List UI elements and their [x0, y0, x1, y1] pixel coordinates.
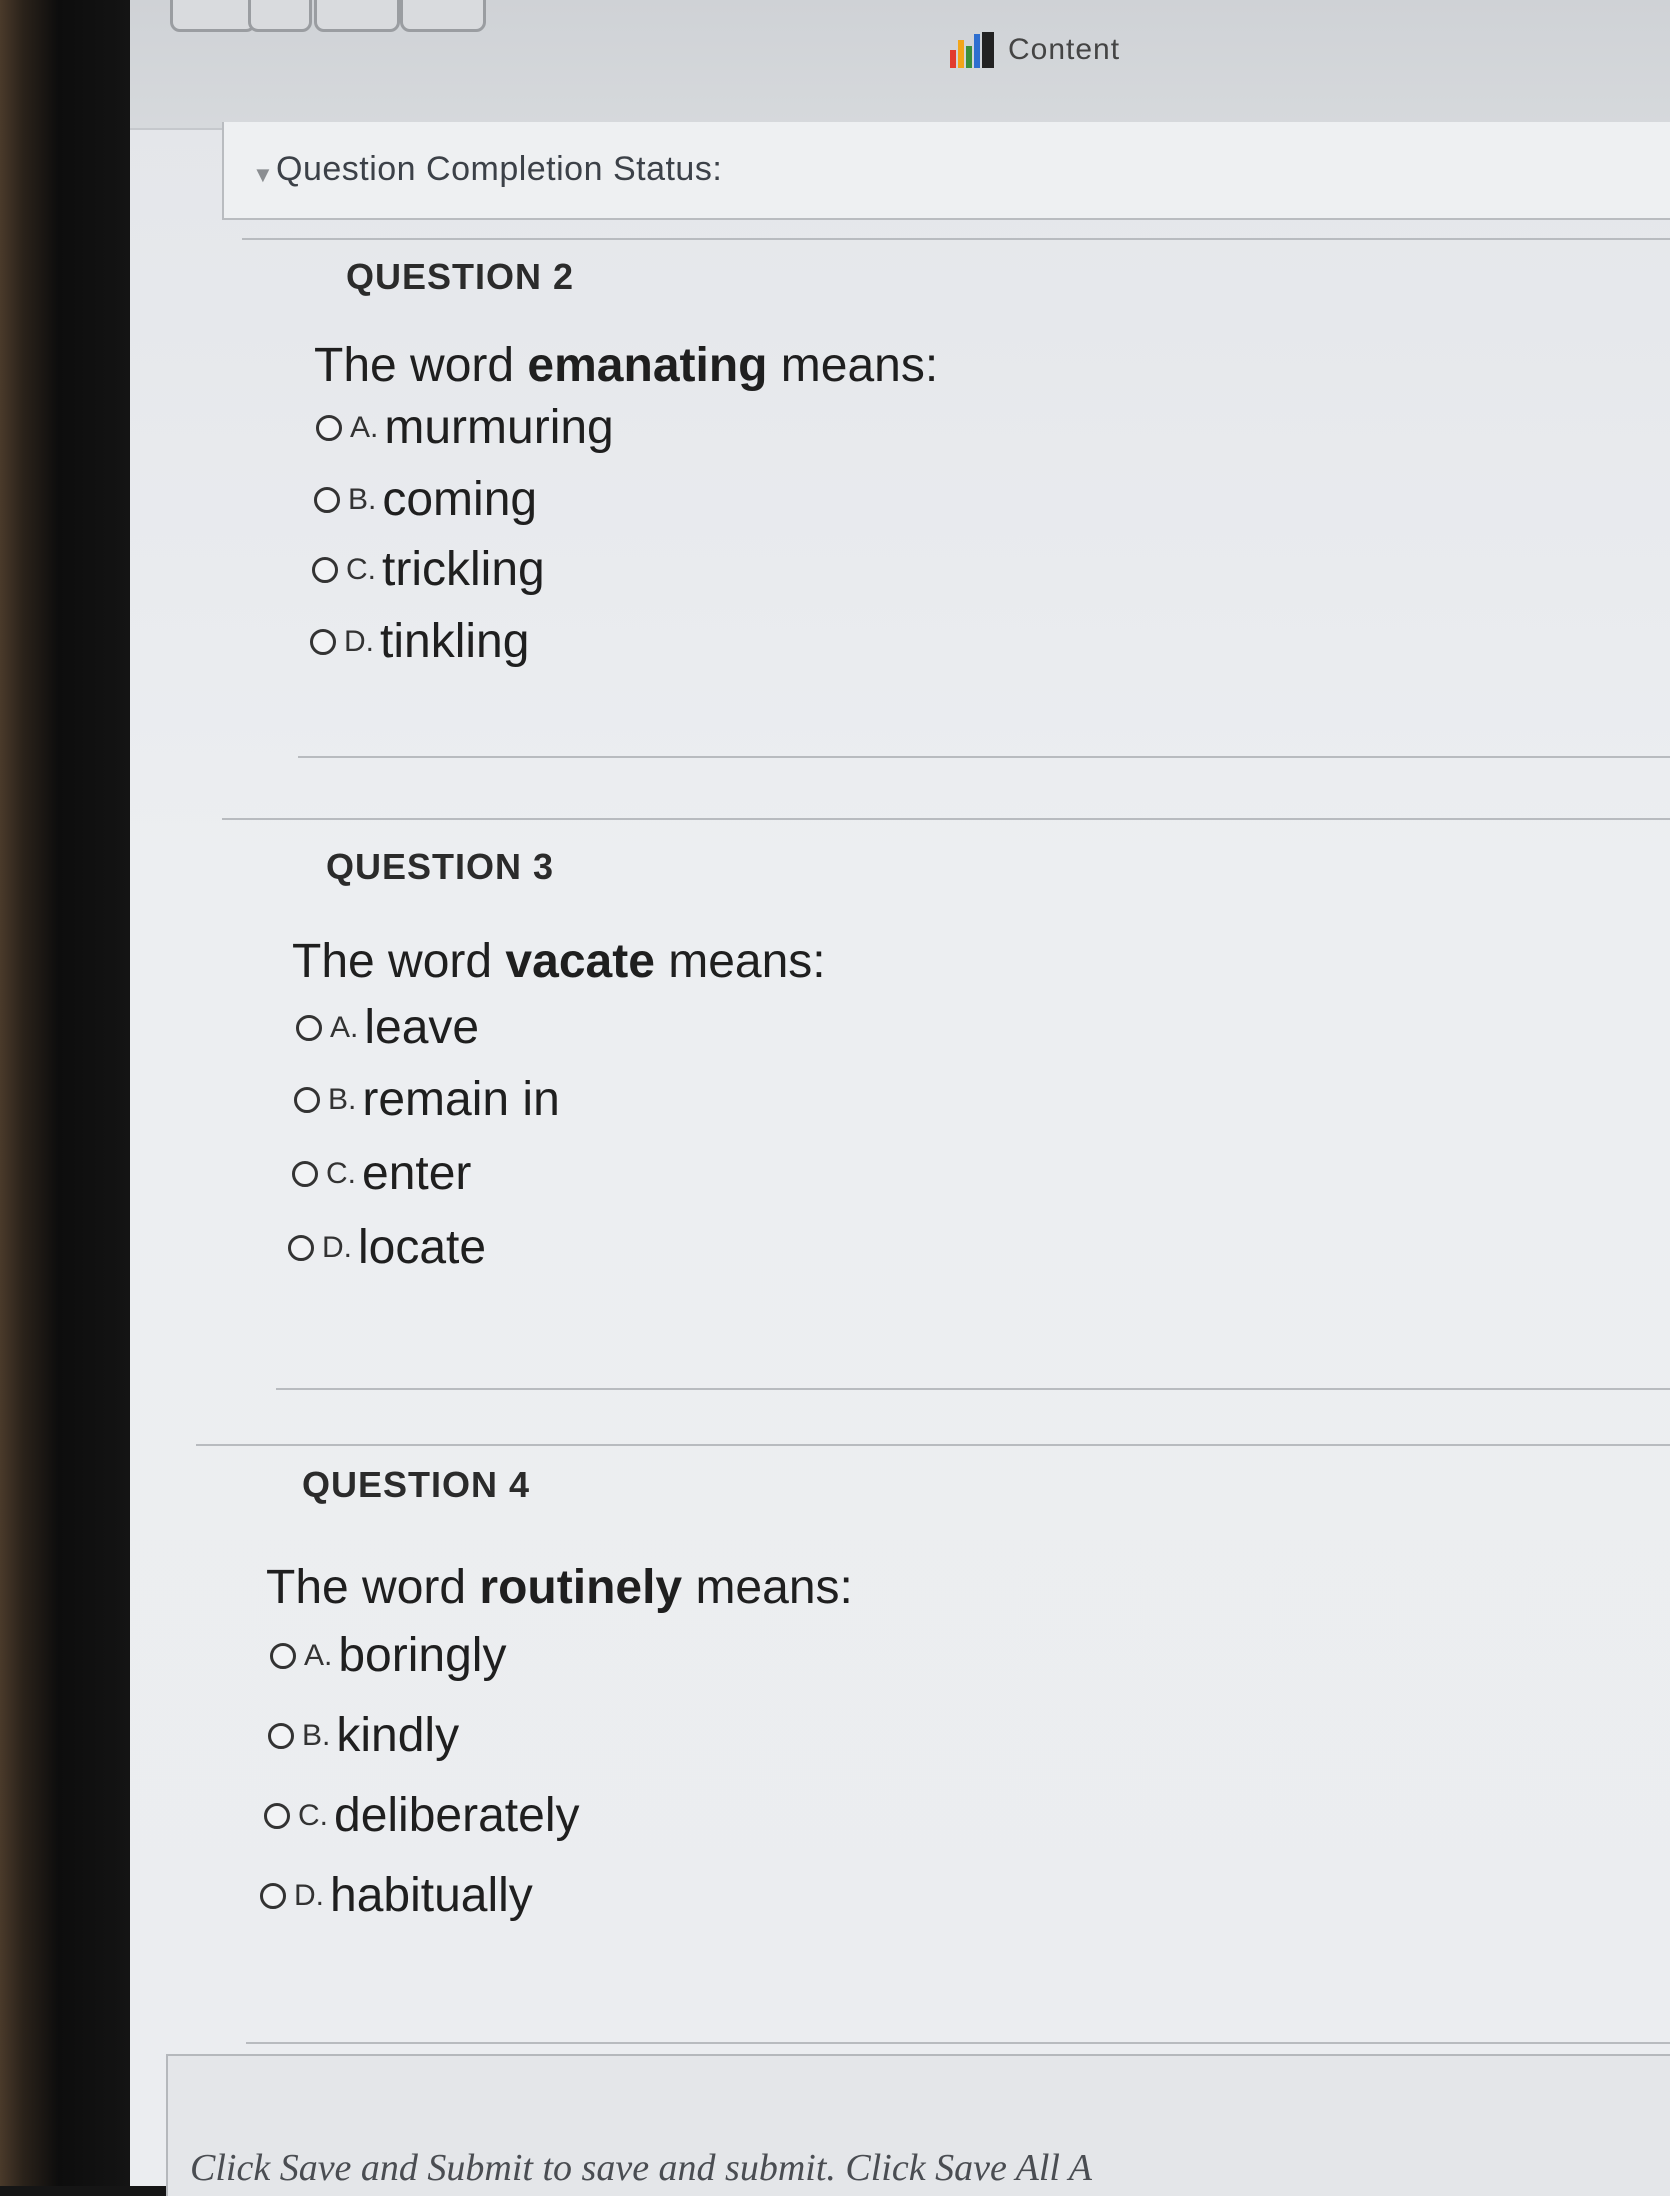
toolbar-button-1[interactable]: [170, 0, 256, 32]
radio-button[interactable]: [270, 1642, 296, 1669]
radio-button[interactable]: [264, 1802, 290, 1829]
submit-panel: Click Save and Submit to save and submit…: [166, 2054, 1670, 2196]
radio-button[interactable]: [292, 1160, 318, 1187]
radio-button[interactable]: [310, 628, 336, 655]
toolbar-button-3[interactable]: [314, 0, 400, 32]
vocab-word: emanating: [527, 339, 768, 392]
content-bars-icon: [950, 32, 994, 68]
radio-button[interactable]: [260, 1882, 286, 1909]
content-tab[interactable]: Content: [950, 30, 1120, 70]
divider: [196, 1444, 1670, 1446]
question-title: QUESTION 3: [326, 846, 555, 887]
divider: [246, 2042, 1670, 2044]
completion-status-label: Question Completion Status:: [276, 150, 723, 188]
divider: [242, 238, 1670, 240]
monitor-bezel: [0, 0, 130, 2186]
divider: [298, 756, 1670, 758]
divider: [222, 818, 1670, 820]
question-prompt: The word routinely means:: [266, 1561, 853, 1614]
expand-arrow-icon[interactable]: ▼: [252, 162, 274, 188]
question-completion-status[interactable]: ▼ Question Completion Status:: [222, 122, 1670, 220]
top-toolbar: Content: [130, 0, 1670, 130]
question-title: QUESTION 4: [302, 1464, 531, 1505]
answer-option-c[interactable]: C. enter: [292, 1146, 471, 1201]
answer-option-b[interactable]: B. coming: [314, 472, 537, 527]
radio-button[interactable]: [268, 1722, 294, 1749]
toolbar-button-2[interactable]: [248, 0, 312, 32]
answer-option-a[interactable]: A. boringly: [270, 1628, 506, 1683]
answer-option-b[interactable]: B. kindly: [268, 1708, 459, 1763]
vocab-word: vacate: [505, 935, 655, 988]
browser-screen: Content ▼ Question Completion Status: QU…: [130, 0, 1670, 2196]
radio-button[interactable]: [294, 1086, 320, 1113]
radio-button[interactable]: [314, 486, 340, 513]
answer-option-d[interactable]: D. habitually: [260, 1868, 533, 1923]
radio-button[interactable]: [296, 1014, 322, 1041]
answer-option-c[interactable]: C. trickling: [312, 542, 545, 597]
radio-button[interactable]: [316, 414, 342, 441]
answer-option-d[interactable]: D. locate: [288, 1220, 486, 1275]
radio-button[interactable]: [288, 1234, 314, 1261]
divider: [276, 1388, 1670, 1390]
content-tab-label: Content: [1008, 33, 1121, 66]
answer-option-c[interactable]: C. deliberately: [264, 1788, 579, 1843]
question-prompt: The word emanating means:: [314, 339, 939, 392]
answer-option-d[interactable]: D. tinkling: [310, 614, 529, 669]
answer-option-b[interactable]: B. remain in: [294, 1072, 560, 1127]
answer-option-a[interactable]: A. leave: [296, 1000, 479, 1055]
question-title: QUESTION 2: [346, 256, 575, 297]
question-prompt: The word vacate means:: [292, 935, 826, 988]
submit-instructions: Click Save and Submit to save and submit…: [190, 2147, 1092, 2189]
radio-button[interactable]: [312, 556, 338, 583]
vocab-word: routinely: [479, 1561, 683, 1614]
answer-option-a[interactable]: A. murmuring: [316, 400, 614, 455]
toolbar-button-4[interactable]: [400, 0, 486, 32]
